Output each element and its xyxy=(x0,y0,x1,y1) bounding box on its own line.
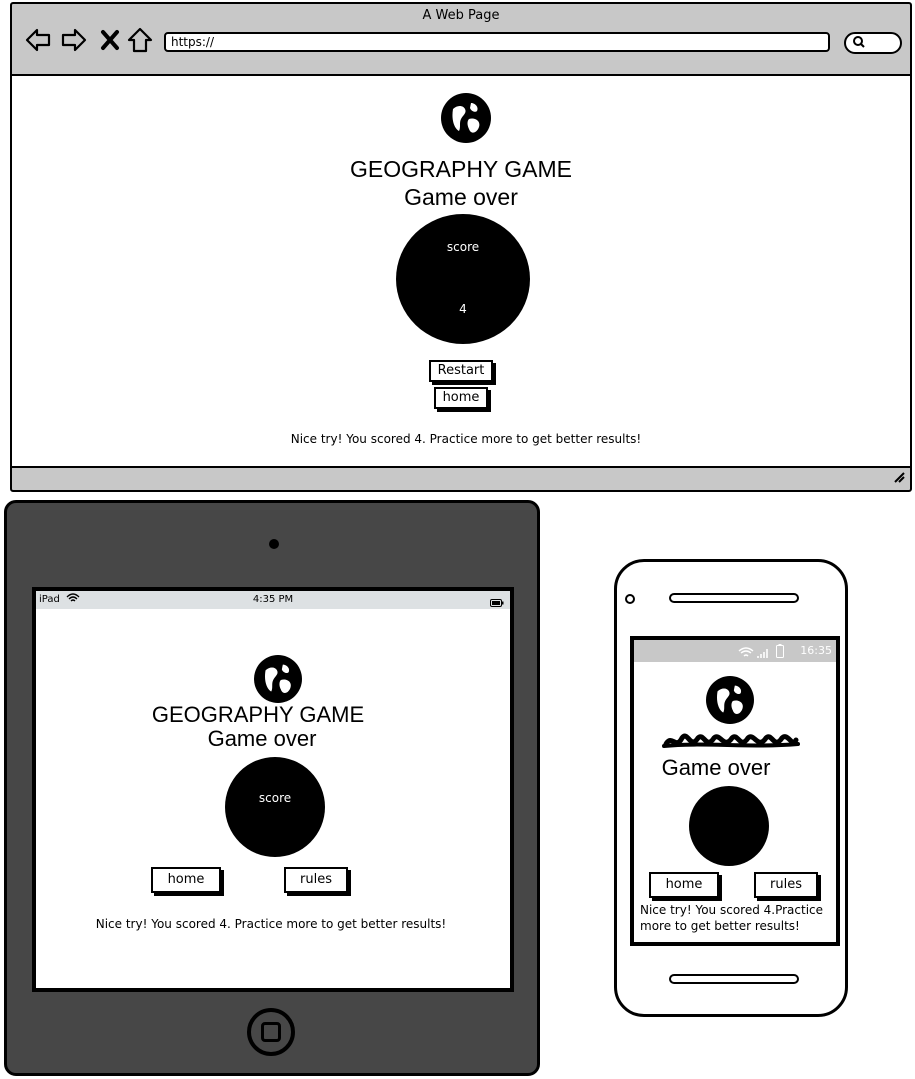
speaker-grille xyxy=(669,593,799,603)
page-title: GEOGRAPHY GAME xyxy=(151,702,365,727)
tablet-device: iPad 4:35 PM GEOGRAPHY GAME Game over sc… xyxy=(4,500,540,1076)
rules-button[interactable]: rules xyxy=(754,872,818,898)
result-message: Nice try! You scored 4.Practice more to … xyxy=(640,903,824,933)
rules-button[interactable]: rules xyxy=(284,867,348,893)
score-label: score xyxy=(446,240,480,254)
search-icon xyxy=(852,35,866,52)
page-subtitle: Game over xyxy=(404,184,518,210)
phone-screen: 16:35 Game over home rules Nice try! You… xyxy=(630,636,840,946)
restart-button[interactable]: Restart xyxy=(429,360,493,382)
browser-window: A Web Page https:// GEOGRAPHY GAME Game … xyxy=(10,2,912,492)
result-message: Nice try! You scored 4. Practice more to… xyxy=(290,432,642,446)
home-icon[interactable] xyxy=(126,26,154,54)
camera-icon xyxy=(269,539,279,549)
back-arrow-icon[interactable] xyxy=(24,26,52,54)
score-circle: score 4 xyxy=(396,214,530,344)
tablet-clock: 4:35 PM xyxy=(252,594,294,605)
score-circle xyxy=(689,786,769,866)
battery-icon xyxy=(490,596,504,614)
globe-icon xyxy=(254,655,302,703)
close-x-icon[interactable] xyxy=(96,26,124,54)
result-message: Nice try! You scored 4. Practice more to… xyxy=(95,917,447,931)
battery-icon xyxy=(776,644,784,666)
search-field[interactable] xyxy=(844,32,902,54)
page-subtitle: Game over xyxy=(207,726,317,751)
browser-viewport: GEOGRAPHY GAME Game over score 4 Restart… xyxy=(12,74,910,468)
score-value: 4 xyxy=(459,302,467,316)
globe-icon xyxy=(441,93,491,143)
phone-device: 16:35 Game over home rules Nice try! You… xyxy=(614,559,848,1017)
globe-icon xyxy=(706,676,754,724)
page-subtitle: Game over xyxy=(661,755,771,780)
home-button[interactable]: home xyxy=(151,867,221,893)
home-button[interactable]: home xyxy=(434,387,488,409)
resize-handle-icon[interactable] xyxy=(892,470,906,488)
signal-icon xyxy=(756,645,770,667)
home-button[interactable]: home xyxy=(649,872,719,898)
tablet-screen: iPad 4:35 PM GEOGRAPHY GAME Game over sc… xyxy=(32,587,514,992)
score-circle: score xyxy=(225,757,325,857)
forward-arrow-icon[interactable] xyxy=(60,26,88,54)
camera-icon xyxy=(625,594,635,604)
wifi-icon xyxy=(738,644,754,666)
phone-status-bar: 16:35 xyxy=(634,640,836,662)
speaker-grille xyxy=(669,974,799,984)
tablet-home-button[interactable] xyxy=(247,1008,295,1056)
scribbled-title-placeholder xyxy=(662,732,800,756)
page-title: GEOGRAPHY GAME xyxy=(350,156,572,182)
score-label: score xyxy=(258,791,292,805)
address-bar[interactable]: https:// xyxy=(164,32,830,52)
tablet-status-bar: iPad 4:35 PM xyxy=(36,591,510,609)
phone-clock: 16:35 xyxy=(800,644,832,657)
window-title: A Web Page xyxy=(422,8,500,23)
